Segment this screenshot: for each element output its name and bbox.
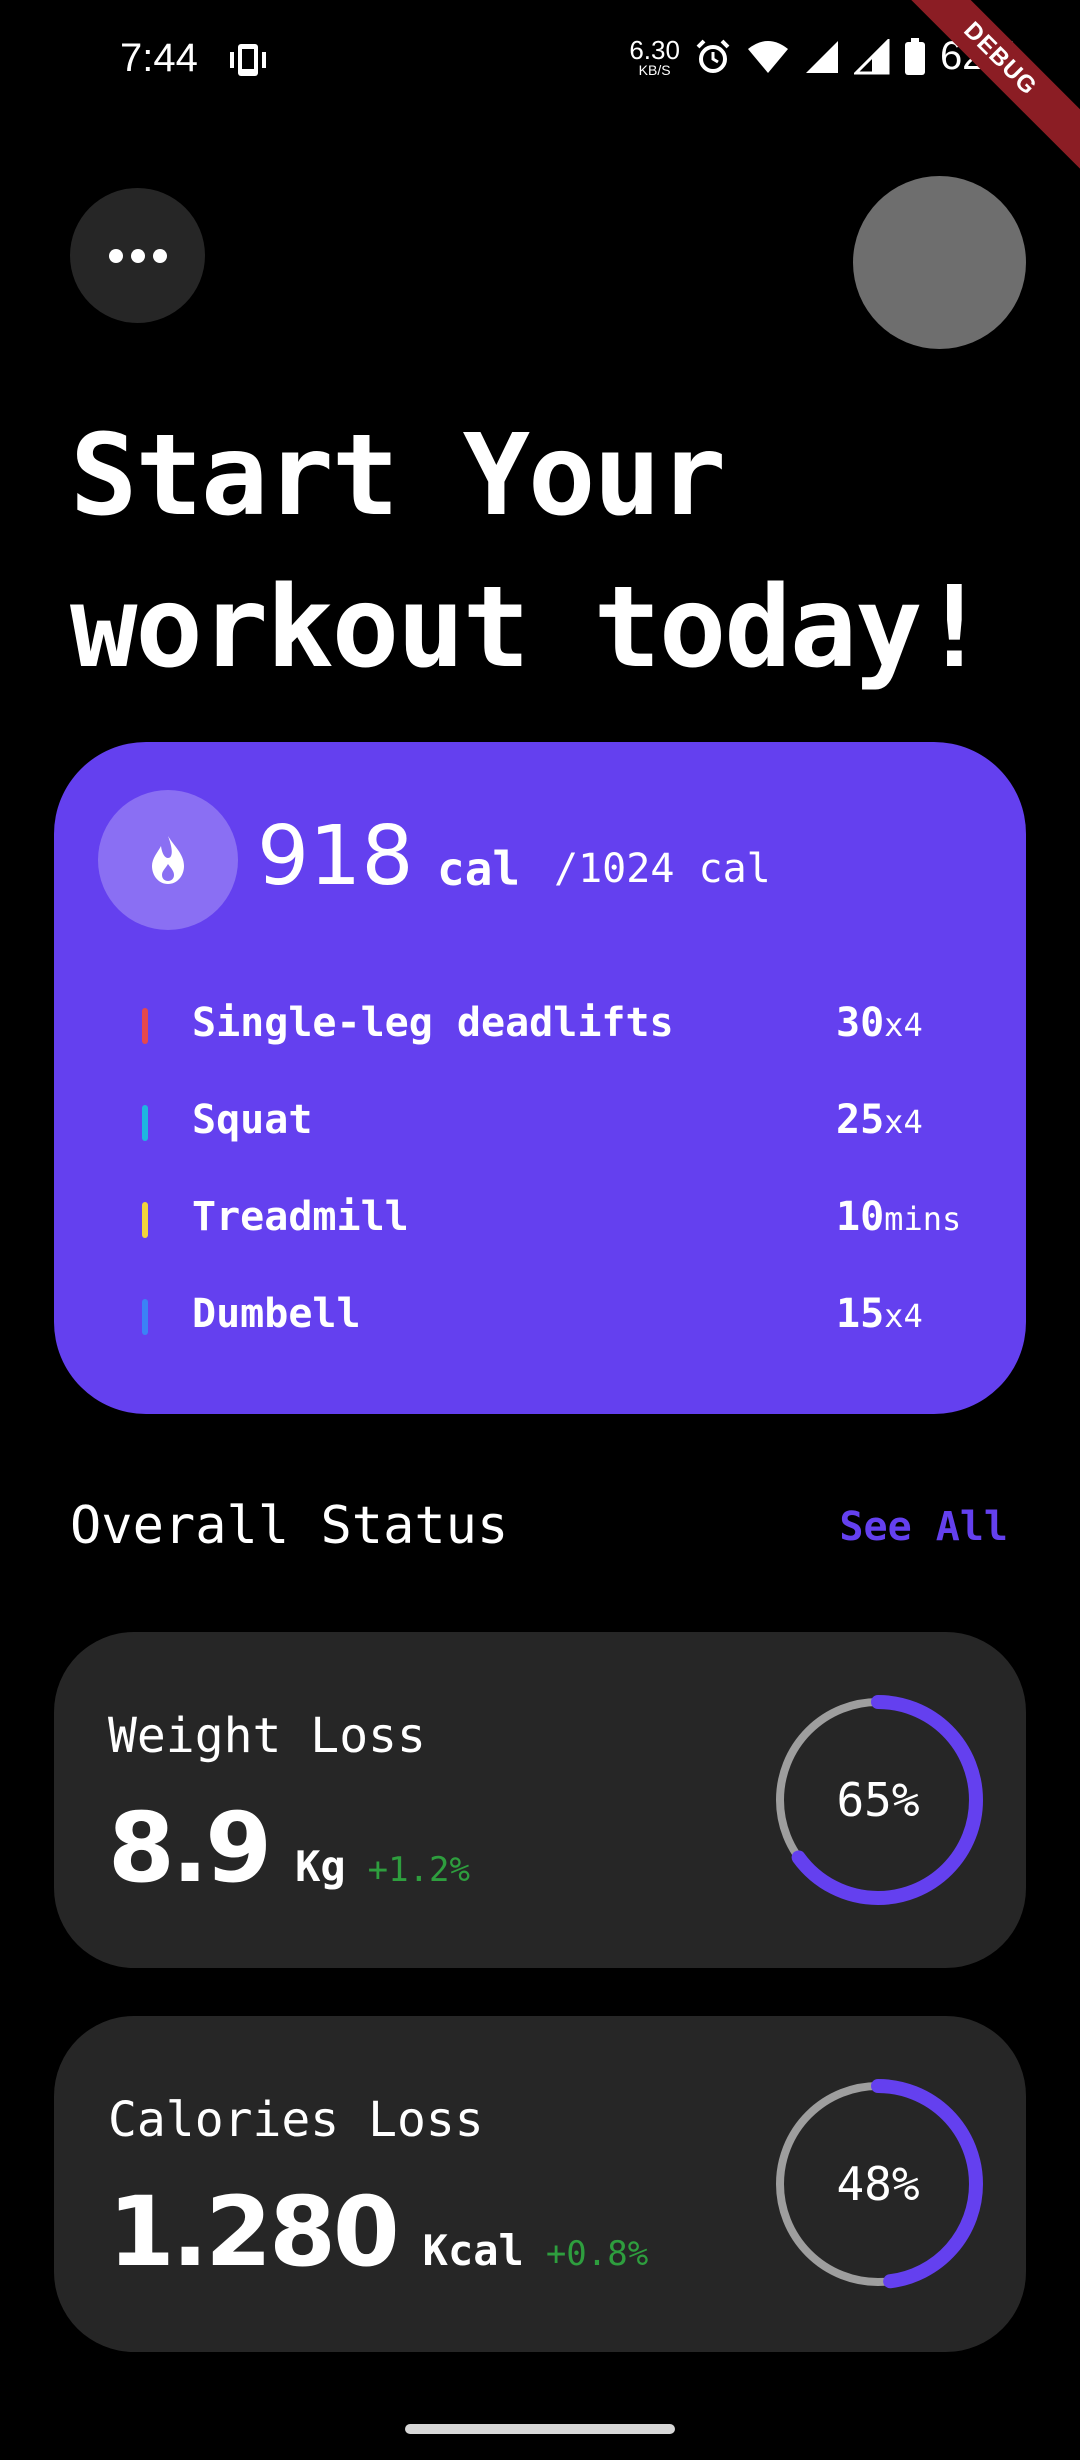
- calories-goal: /1024 cal: [554, 846, 771, 892]
- calories-current: 918: [257, 809, 414, 904]
- more-menu-button[interactable]: [70, 188, 205, 323]
- progress-ring: 65%: [770, 1692, 986, 1908]
- exercise-color-bar: [142, 1299, 148, 1335]
- exercise-name: Treadmill: [192, 1194, 409, 1240]
- alarm-icon: [696, 39, 730, 73]
- section-title: Overall Status: [70, 1496, 509, 1556]
- exercise-count: 10: [836, 1194, 885, 1240]
- headline-line-1: Start Your: [70, 411, 726, 541]
- exercise-item[interactable]: Treadmill 10mins: [142, 1190, 961, 1250]
- exercise-unit: x4: [884, 1103, 923, 1141]
- signal-icon: [805, 40, 838, 73]
- stat-value-row: 8.9 Kg +1.2%: [108, 1792, 470, 1904]
- more-dot: [130, 248, 145, 263]
- battery-icon: [904, 37, 925, 75]
- calorie-card[interactable]: 918 cal /1024 cal Single-leg deadlifts 3…: [54, 742, 1026, 1414]
- stat-value: 8.9: [108, 1792, 272, 1904]
- home-indicator[interactable]: [405, 2424, 675, 2434]
- network-speed: 6.30 KB/S: [629, 37, 680, 77]
- exercise-amount: 30x4: [836, 1000, 923, 1046]
- exercise-color-bar: [142, 1008, 148, 1044]
- stat-label: Weight Loss: [108, 1708, 426, 1764]
- headline-line-2: workout today!: [70, 563, 988, 693]
- phone-vibrate-icon: [230, 44, 266, 76]
- status-bar: 7:44 6.30 KB/S 62%: [0, 0, 1080, 120]
- exercise-name: Dumbell: [192, 1291, 361, 1337]
- avatar[interactable]: [853, 176, 1026, 349]
- progress-ring: 48%: [770, 2076, 986, 2292]
- exercise-unit: mins: [884, 1200, 962, 1238]
- stat-unit: Kg: [295, 1842, 346, 1891]
- progress-percent: 65%: [836, 1773, 920, 1827]
- exercise-color-bar: [142, 1202, 148, 1238]
- exercise-amount: 10mins: [836, 1194, 961, 1240]
- exercise-amount: 15x4: [836, 1291, 923, 1337]
- stat-unit: Kcal: [422, 2226, 524, 2275]
- exercise-count: 15: [836, 1291, 885, 1337]
- exercise-name: Squat: [192, 1097, 313, 1143]
- calories-loss-card[interactable]: Calories Loss 1.280 Kcal +0.8% 48%: [54, 2016, 1026, 2352]
- exercise-unit: x4: [884, 1006, 923, 1044]
- exercise-color-bar: [142, 1105, 148, 1141]
- stat-delta: +1.2%: [367, 1850, 470, 1890]
- exercise-unit: x4: [884, 1297, 923, 1335]
- flame-icon-badge: [98, 790, 238, 930]
- calories-unit: cal: [437, 842, 521, 896]
- wifi-icon: [747, 40, 788, 73]
- network-speed-unit: KB/S: [638, 61, 671, 78]
- stat-delta: +0.8%: [545, 2234, 649, 2274]
- more-horizontal-icon: [108, 248, 123, 263]
- exercise-count: 30: [836, 1000, 885, 1046]
- stat-value: 1.280: [108, 2176, 400, 2288]
- exercise-amount: 25x4: [836, 1097, 923, 1143]
- page-title: Start Your workout today!: [70, 400, 988, 704]
- exercise-item[interactable]: Dumbell 15x4: [142, 1287, 942, 1347]
- exercise-item[interactable]: Squat 25x4: [142, 1093, 942, 1153]
- signal-icon-2: [853, 38, 890, 74]
- network-speed-value: 6.30: [629, 34, 680, 65]
- weight-loss-card[interactable]: Weight Loss 8.9 Kg +1.2% 65%: [54, 1632, 1026, 1968]
- more-dot: [152, 248, 167, 263]
- stat-value-row: 1.280 Kcal +0.8%: [108, 2176, 648, 2288]
- stat-label: Calories Loss: [108, 2092, 484, 2148]
- exercise-item[interactable]: Single-leg deadlifts 30x4: [142, 996, 942, 1056]
- flame-icon: [152, 836, 184, 884]
- exercise-name: Single-leg deadlifts: [192, 1000, 674, 1046]
- exercise-count: 25: [836, 1097, 885, 1143]
- progress-percent: 48%: [836, 2157, 920, 2211]
- status-time: 7:44: [120, 36, 198, 80]
- see-all-link[interactable]: See All: [839, 1504, 1008, 1550]
